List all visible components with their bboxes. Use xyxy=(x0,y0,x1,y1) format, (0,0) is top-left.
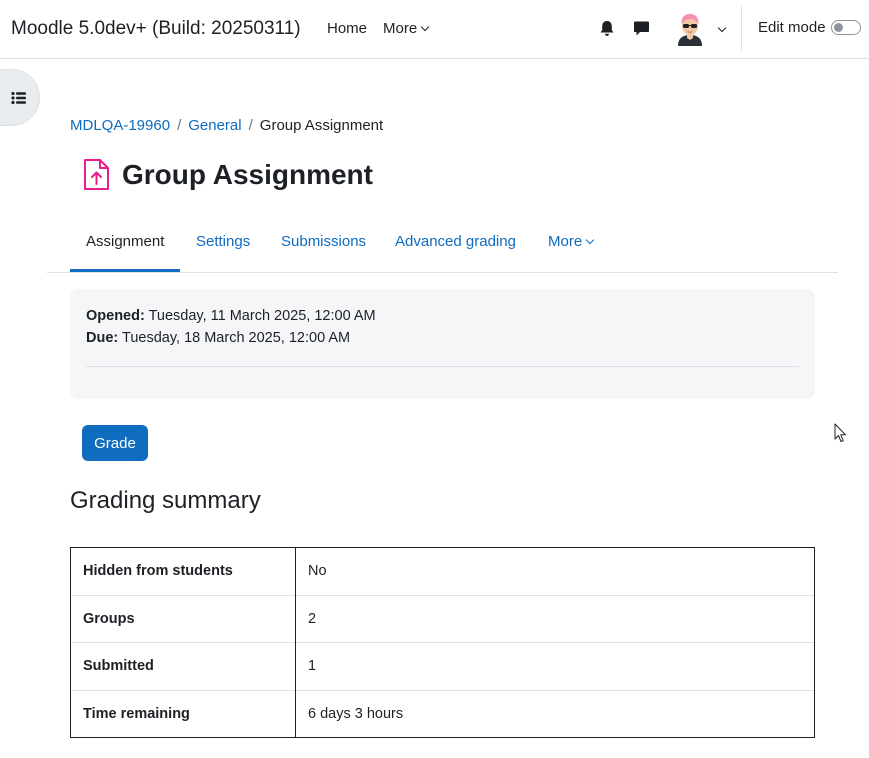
mouse-cursor-icon xyxy=(834,423,846,442)
breadcrumb-separator: / xyxy=(177,117,182,134)
date-opened-value: Tuesday, 11 March 2025, 12:00 AM xyxy=(148,308,376,324)
summary-key: Submitted xyxy=(70,642,296,690)
assignment-upload-icon xyxy=(84,159,109,190)
user-avatar[interactable] xyxy=(674,12,706,46)
chat-icon[interactable] xyxy=(633,20,650,37)
summary-value: 2 xyxy=(295,594,815,643)
grading-summary-table: Hidden from students No Groups 2 Submitt… xyxy=(70,547,815,738)
grading-summary-heading: Grading summary xyxy=(70,487,261,514)
tab-settings[interactable]: Settings xyxy=(196,233,250,250)
breadcrumb-separator: / xyxy=(248,117,253,134)
table-row: Submitted 1 xyxy=(70,642,815,690)
date-opened-label: Opened: xyxy=(86,308,145,324)
tab-submissions[interactable]: Submissions xyxy=(281,233,366,250)
breadcrumb-section[interactable]: General xyxy=(188,117,241,134)
bell-icon[interactable] xyxy=(599,20,615,37)
table-row: Groups 2 xyxy=(70,594,815,643)
nav-more-menu[interactable]: More xyxy=(383,20,430,37)
active-tab-indicator xyxy=(70,269,180,272)
breadcrumb-course[interactable]: MDLQA-19960 xyxy=(70,117,170,134)
summary-value: No xyxy=(295,547,815,595)
nav-home-link[interactable]: Home xyxy=(327,20,367,37)
breadcrumb-current: Group Assignment xyxy=(259,117,384,134)
site-brand[interactable]: Moodle 5.0dev+ (Build: 20250311) xyxy=(11,18,301,40)
nav-more-label: More xyxy=(383,20,418,37)
summary-key: Time remaining xyxy=(70,689,296,738)
chevron-down-icon xyxy=(420,22,430,32)
summary-key: Groups xyxy=(70,594,296,643)
user-menu-chevron[interactable] xyxy=(714,21,727,38)
tab-more[interactable]: More xyxy=(548,233,595,250)
edit-mode-label: Edit mode xyxy=(758,19,826,36)
grade-button[interactable]: Grade xyxy=(82,425,148,461)
chevron-down-icon xyxy=(585,235,595,245)
navbar-divider xyxy=(741,6,742,51)
tab-advanced-grading[interactable]: Advanced grading xyxy=(395,233,516,250)
toggle-knob xyxy=(834,23,843,32)
breadcrumb: MDLQA-19960 / General / Group Assignment xyxy=(70,117,383,134)
date-opened: Opened: Tuesday, 11 March 2025, 12:00 AM xyxy=(86,308,376,324)
date-due: Due: Tuesday, 18 March 2025, 12:00 AM xyxy=(86,330,350,346)
tab-more-label: More xyxy=(548,233,583,250)
table-row: Hidden from students No xyxy=(70,547,815,595)
date-due-value: Tuesday, 18 March 2025, 12:00 AM xyxy=(122,330,351,346)
course-index-toggle[interactable] xyxy=(0,69,40,126)
table-row: Time remaining 6 days 3 hours xyxy=(70,689,815,738)
secondary-navigation: Assignment Settings Submissions Advanced… xyxy=(47,227,838,273)
top-navbar: Moodle 5.0dev+ (Build: 20250311) Home Mo… xyxy=(0,0,869,59)
page-title: Group Assignment xyxy=(122,159,373,190)
tab-assignment[interactable]: Assignment xyxy=(86,233,164,250)
chevron-down-icon xyxy=(717,23,727,33)
edit-mode-toggle[interactable] xyxy=(831,20,861,35)
date-due-label: Due: xyxy=(86,330,119,346)
summary-value: 6 days 3 hours xyxy=(295,689,815,738)
summary-key: Hidden from students xyxy=(70,547,296,595)
activity-dates: Opened: Tuesday, 11 March 2025, 12:00 AM… xyxy=(70,289,815,399)
dates-divider xyxy=(86,366,799,367)
summary-value: 1 xyxy=(295,642,815,690)
list-icon xyxy=(11,91,26,105)
